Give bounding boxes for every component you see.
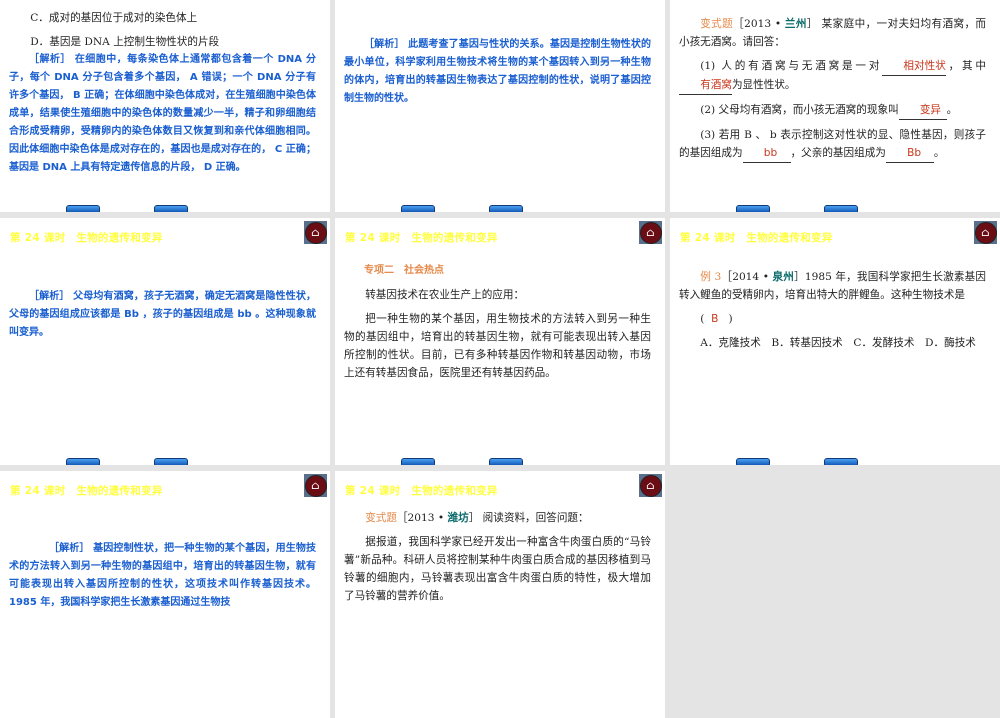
question-stem: 例 3［2014 • 泉州］1985 年，我国科学家把生长激素基因转入鲤鱼的受精… [679, 268, 986, 304]
question-tag: 例 3 [700, 271, 722, 283]
reading-text: 据报道，我国科学家已经开发出一种富含牛肉蛋白质的“马铃薯”新品种。科研人员将控制… [344, 536, 651, 602]
answer: B [711, 313, 719, 325]
source-end: ］ [794, 271, 805, 283]
source: ［2014 • [721, 271, 773, 283]
home-icon: ⌂ [304, 474, 327, 497]
next-nav-button[interactable] [154, 458, 188, 465]
next-nav-button[interactable] [489, 205, 523, 212]
question-tag: 变式题 [365, 512, 397, 524]
lesson-header: 第 24 课时 生物的遗传和变异 [10, 485, 163, 497]
slide-thumbnail-8[interactable]: 第 24 课时 生物的遗传和变异 ⌂ 变式题［2013 • 潍坊］ 阅读资料，回… [335, 471, 665, 718]
home-button[interactable]: ⌂ [304, 474, 327, 497]
q2-end: 。 [946, 104, 958, 116]
stem-text: 阅读资料，回答问题： [479, 512, 589, 524]
slide-thumbnail-5[interactable]: 第 24 课时 生物的遗传和变异 ⌂ 专项二 社会热点 转基因技术在农业生产上的… [335, 218, 665, 465]
source-city: 兰州 [784, 18, 807, 30]
source: ［2013 • [733, 18, 785, 30]
home-button[interactable]: ⌂ [639, 221, 662, 244]
analysis-text: ［解析］ 基因控制性状，把一种生物的某个基因，用生物技术的方法转入到另一种生物的… [9, 543, 316, 608]
question-stem: 变式题［2013 • 兰州］ 某家庭中，一对夫妇均有酒窝，而小孩无酒窝。请回答： [679, 15, 986, 51]
option-c: C．成对的基因位于成对的染色体上 [30, 12, 198, 24]
options: A．克隆技术 B．转基因技术 C．发酵技术 D．酶技术 [700, 337, 976, 349]
prev-nav-button[interactable] [736, 458, 770, 465]
prev-nav-button[interactable] [736, 205, 770, 212]
answer-bracket: ( B ) [679, 310, 986, 328]
option-d: D．基因是 DNA 上控制生物性状的片段 [30, 36, 220, 48]
q3-end: 。 [933, 147, 945, 159]
next-nav-button[interactable] [154, 205, 188, 212]
analysis-text: ［解析］ 在细胞中，每条染色体上通常都包含着一个 DNA 分子，每个 DNA 分… [9, 54, 316, 173]
answer-1: 相对性状 [882, 57, 946, 76]
question-tag: 变式题 [700, 18, 734, 30]
answer-3b: Bb [885, 144, 934, 163]
q1-text-b: ，其中 [945, 60, 987, 72]
lesson-header: 第 24 课时 生物的遗传和变异 [345, 232, 498, 244]
source-end: ］ [806, 18, 818, 30]
answer-1b: 有酒窝 [679, 76, 732, 95]
lesson-header: 第 24 课时 生物的遗传和变异 [10, 232, 163, 244]
question-1: (1) 人的有酒窝与无酒窝是一对 相对性状，其中有酒窝为显性性状。 [679, 57, 986, 95]
prev-nav-button[interactable] [66, 205, 100, 212]
home-icon: ⌂ [304, 221, 327, 244]
next-nav-button[interactable] [489, 458, 523, 465]
source-city: 泉州 [772, 271, 795, 283]
section-title: 专项二 社会热点 [364, 265, 444, 276]
bracket-open: ( [700, 313, 705, 325]
home-icon: ⌂ [974, 221, 997, 244]
question-2: (2) 父母均有酒窝，而小孩无酒窝的现象叫 变异。 [679, 101, 986, 120]
q1-text-c: 为显性性状。 [731, 79, 796, 91]
home-icon: ⌂ [639, 221, 662, 244]
lesson-header: 第 24 课时 生物的遗传和变异 [345, 485, 498, 497]
source: ［2013 • [396, 512, 448, 524]
body-text: 把一种生物的某个基因，用生物技术的方法转入到另一种生物的基因组中，培育出的转基因… [344, 313, 651, 379]
next-nav-button[interactable] [824, 205, 858, 212]
home-icon: ⌂ [639, 474, 662, 497]
question-stem: 变式题［2013 • 潍坊］ 阅读资料，回答问题： [344, 509, 651, 527]
slide-thumbnail-4[interactable]: 第 24 课时 生物的遗传和变异 ⌂ ［解析］ 父母均有酒窝，孩子无酒窝，确定无… [0, 218, 330, 465]
intro-text: 转基因技术在农业生产上的应用： [365, 289, 525, 301]
slide-thumbnail-6[interactable]: 第 24 课时 生物的遗传和变异 ⌂ 例 3［2014 • 泉州］1985 年，… [670, 218, 1000, 465]
prev-nav-button[interactable] [401, 205, 435, 212]
q3-text-b: ，父亲的基因组成为 [790, 147, 886, 159]
home-button[interactable]: ⌂ [304, 221, 327, 244]
next-nav-button[interactable] [824, 458, 858, 465]
source-city: 潍坊 [447, 512, 469, 524]
lesson-header: 第 24 课时 生物的遗传和变异 [680, 232, 833, 244]
analysis-text: ［解析］ 父母均有酒窝，孩子无酒窝，确定无酒窝是隐性性状，父母的基因组成应该都是… [9, 291, 316, 338]
answer-2: 变异 [898, 101, 947, 120]
home-button[interactable]: ⌂ [639, 474, 662, 497]
q2-text: (2) 父母均有酒窝，而小孩无酒窝的现象叫 [700, 104, 899, 116]
prev-nav-button[interactable] [401, 458, 435, 465]
slide-thumbnail-1[interactable]: C．成对的基因位于成对的染色体上 D．基因是 DNA 上控制生物性状的片段 ［解… [0, 0, 330, 212]
q1-text: (1) 人的有酒窝与无酒窝是一对 [700, 60, 883, 72]
home-button[interactable]: ⌂ [974, 221, 997, 244]
slide-thumbnail-2[interactable]: ［解析］ 此题考查了基因与性状的关系。基因是控制生物性状的最小单位，科学家利用生… [335, 0, 665, 212]
prev-nav-button[interactable] [66, 458, 100, 465]
analysis-text: ［解析］ 此题考查了基因与性状的关系。基因是控制生物性状的最小单位，科学家利用生… [344, 39, 651, 104]
question-3: (3) 若用 B 、 b 表示控制这对性状的显、隐性基因，则孩子的基因组成为 bb… [679, 126, 986, 163]
slide-thumbnail-7[interactable]: 第 24 课时 生物的遗传和变异 ⌂ ［解析］ 基因控制性状，把一种生物的某个基… [0, 471, 330, 718]
slide-thumbnail-3[interactable]: 变式题［2013 • 兰州］ 某家庭中，一对夫妇均有酒窝，而小孩无酒窝。请回答：… [670, 0, 1000, 212]
source-end: ］ [468, 512, 480, 524]
answer-3: bb [742, 144, 791, 163]
bracket-close: ) [728, 313, 733, 325]
